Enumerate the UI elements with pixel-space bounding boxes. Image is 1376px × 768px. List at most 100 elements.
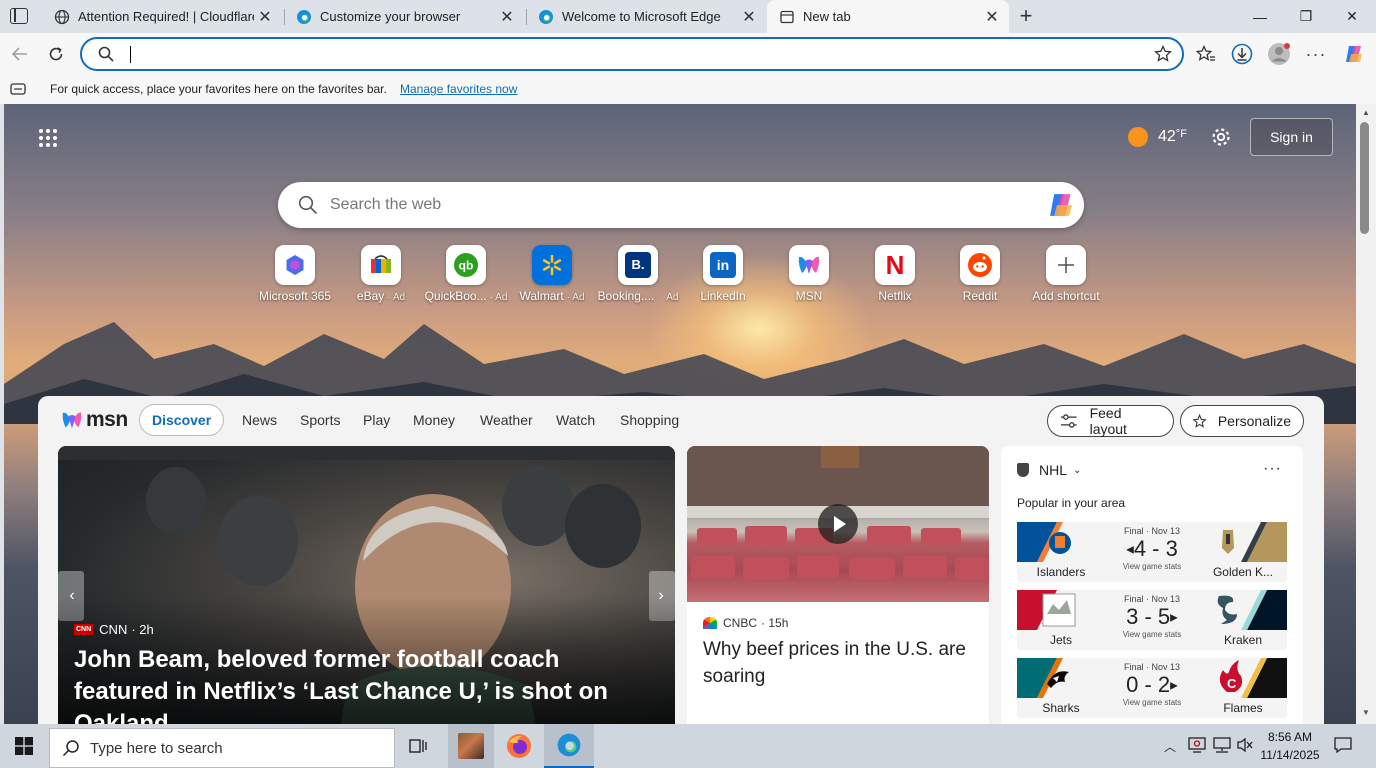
close-tab-icon[interactable]: ✕ <box>981 7 1003 27</box>
add-shortcut-button[interactable]: Add shortcut <box>1018 245 1114 303</box>
tab-discover[interactable]: Discover <box>139 404 225 436</box>
tab-play[interactable]: Play <box>363 396 390 444</box>
new-tab-button[interactable]: + <box>1012 2 1040 30</box>
apps-launcher-icon[interactable] <box>38 128 58 148</box>
copilot-icon[interactable] <box>1046 190 1076 225</box>
close-tab-icon[interactable]: ✕ <box>496 7 518 27</box>
photo-app-icon <box>458 733 484 759</box>
favorite-star-icon[interactable] <box>1154 44 1172 68</box>
taskbar-search-box[interactable]: Type here to search <box>49 728 395 768</box>
tab-weather[interactable]: Weather <box>480 396 533 444</box>
task-view-icon[interactable] <box>408 736 428 761</box>
minimize-button[interactable]: — <box>1237 0 1283 33</box>
game-row[interactable]: Sharks Final · Nov 13 0 - 2▶ View game s… <box>1017 658 1287 718</box>
previous-slide-button[interactable]: ‹ <box>62 576 82 616</box>
kraken-logo-icon <box>1217 590 1287 630</box>
tab-sports[interactable]: Sports <box>300 396 340 444</box>
shortcut-ebay[interactable]: eBay · Ad <box>333 245 429 303</box>
game-row[interactable]: Jets Final · Nov 13 3 - 5▶ View game sta… <box>1017 590 1287 650</box>
shortcut-netflix[interactable]: N Netflix <box>847 245 943 303</box>
view-game-stats-link[interactable]: View game stats <box>1105 698 1199 707</box>
favorites-icon[interactable] <box>1190 33 1222 75</box>
web-search-box[interactable]: Search the web <box>278 182 1084 228</box>
nav-label: Discover <box>152 412 212 428</box>
refresh-icon[interactable] <box>40 33 72 75</box>
tab-title: Welcome to Microsoft Edge <box>562 9 721 24</box>
downloads-icon[interactable] <box>1226 33 1258 75</box>
personalize-button[interactable]: Personalize <box>1180 405 1304 437</box>
nhl-scores-card: NHL ⌄ ··· Popular in your area Islanders… <box>1001 446 1303 724</box>
shortcut-label: Reddit <box>962 289 998 303</box>
game-row[interactable]: Islanders Final · Nov 13 ◀4 - 3 View gam… <box>1017 522 1287 582</box>
msn-logo[interactable]: msn <box>60 406 128 434</box>
tab-customize[interactable]: Customize your browser ✕ <box>284 0 524 33</box>
notifications-icon[interactable] <box>1334 737 1352 758</box>
copilot-icon[interactable] <box>1338 33 1370 75</box>
sign-in-button[interactable]: Sign in <box>1250 118 1333 156</box>
tab-title: Attention Required! | Cloudflare <box>78 9 254 24</box>
shortcut-linkedin[interactable]: in LinkedIn <box>675 245 771 303</box>
view-game-stats-link[interactable]: View game stats <box>1105 630 1199 639</box>
shortcut-walmart[interactable]: Walmart · Ad <box>504 245 600 303</box>
view-game-stats-link[interactable]: View game stats <box>1105 562 1199 571</box>
shortcut-booking[interactable]: B. Booking.... Ad <box>590 245 686 303</box>
show-hidden-icons-chevron-icon[interactable]: ︿ <box>1164 738 1176 755</box>
scrollbar-thumb[interactable] <box>1360 122 1369 234</box>
tab-watch[interactable]: Watch <box>556 396 595 444</box>
shortcut-msn[interactable]: MSN <box>761 245 857 303</box>
more-options-icon[interactable]: ··· <box>1300 33 1332 75</box>
card-headline[interactable]: Why beef prices in the U.S. are soaring <box>703 636 973 690</box>
feed-layout-button[interactable]: Feed layout <box>1047 405 1174 437</box>
tab-cloudflare[interactable]: Attention Required! | Cloudflare ✕ <box>42 0 282 33</box>
close-tab-icon[interactable]: ✕ <box>738 7 760 27</box>
hero-source: CNN <box>99 622 128 637</box>
security-icon[interactable] <box>1188 737 1206 758</box>
shortcut-microsoft365[interactable]: Microsoft 365 <box>247 245 343 303</box>
profile-avatar-icon[interactable] <box>1263 33 1295 75</box>
hero-headline[interactable]: John Beam, beloved former football coach… <box>74 644 659 724</box>
article-card[interactable]: CNBC · 15h Why beef prices in the U.S. a… <box>687 446 989 724</box>
play-video-icon[interactable] <box>818 504 858 544</box>
page-settings-icon[interactable] <box>1210 126 1232 153</box>
league-name: NHL <box>1039 462 1068 478</box>
hero-article-card[interactable]: ‹ › CNN CNN · 2h John Beam, beloved form… <box>58 446 675 724</box>
page-scrollbar[interactable]: ▲ ▼ <box>1356 104 1376 724</box>
manage-favorites-link[interactable]: Manage favorites now <box>400 82 517 96</box>
scroll-up-arrow-icon[interactable]: ▲ <box>1356 108 1376 117</box>
maximize-button[interactable]: ❐ <box>1283 0 1329 33</box>
shortcut-reddit[interactable]: Reddit <box>932 245 1028 303</box>
address-bar[interactable] <box>80 37 1184 71</box>
network-icon[interactable] <box>1212 737 1232 758</box>
back-icon[interactable] <box>4 33 36 75</box>
nhl-league-selector[interactable]: NHL ⌄ <box>1017 462 1081 478</box>
search-icon <box>62 740 79 757</box>
tab-welcome-edge[interactable]: Welcome to Microsoft Edge ✕ <box>526 0 766 33</box>
reading-list-icon[interactable] <box>10 83 26 98</box>
tab-news[interactable]: News <box>242 396 277 444</box>
windows-logo-icon <box>15 737 33 755</box>
shortcut-quickbooks[interactable]: qb QuickBoo... · Ad <box>418 245 514 303</box>
shortcut-label: QuickBoo... <box>424 289 487 303</box>
taskbar-app-edge[interactable] <box>544 724 594 768</box>
team-name: Golden K... <box>1212 565 1274 579</box>
shortcut-label: Netflix <box>878 289 912 303</box>
close-tab-icon[interactable]: ✕ <box>254 7 276 27</box>
tab-shopping[interactable]: Shopping <box>620 396 679 444</box>
nhl-logo-icon <box>1017 463 1029 477</box>
taskbar-app-photos[interactable] <box>448 724 494 768</box>
close-window-button[interactable]: ✕ <box>1329 0 1375 33</box>
shortcut-label: Add shortcut <box>1032 289 1100 303</box>
clock[interactable]: 8:56 AM 11/14/2025 <box>1258 728 1322 764</box>
volume-muted-icon[interactable] <box>1236 737 1254 758</box>
start-button[interactable] <box>0 724 48 768</box>
scroll-down-arrow-icon[interactable]: ▼ <box>1356 708 1376 717</box>
weather-widget[interactable]: 42 °F <box>1128 126 1187 148</box>
tab-new-tab[interactable]: New tab ✕ <box>767 0 1009 33</box>
tab-actions-icon[interactable] <box>10 8 28 24</box>
msn-wordmark: msn <box>86 408 128 431</box>
tab-money[interactable]: Money <box>413 396 455 444</box>
more-options-icon[interactable]: ··· <box>1263 460 1282 478</box>
team-name: Flames <box>1223 701 1263 715</box>
taskbar-app-firefox[interactable] <box>496 724 542 768</box>
next-slide-button[interactable]: › <box>651 576 671 616</box>
